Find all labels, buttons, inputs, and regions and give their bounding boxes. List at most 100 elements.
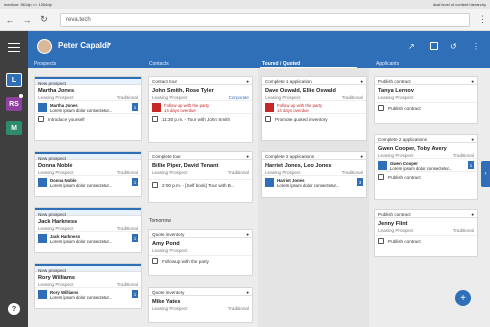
task-row[interactable]: Followup with the party	[149, 255, 252, 266]
toured-card[interactable]: Complete 2 applications ● Harriet Jones, …	[261, 151, 367, 198]
card-name: Jack Harkness	[38, 219, 78, 225]
card-name: Rory Williams	[38, 275, 75, 281]
mail-icon	[265, 178, 274, 187]
hierarchy-label: dual level of content hierarchy	[432, 2, 486, 7]
prospect-card[interactable]: New prospect Jack Harkness Leasing Prosp…	[34, 207, 142, 253]
card-label: Complete tour	[152, 154, 181, 159]
message-row[interactable]: Rory Williams Lorem ipsum dolor consectet…	[35, 287, 141, 300]
hamburger-icon[interactable]	[8, 43, 20, 52]
task-label: Publish contract	[388, 105, 421, 111]
more-icon[interactable]: ⋮	[472, 42, 480, 51]
browser-menu-icon[interactable]: ⋮	[478, 14, 487, 25]
back-icon[interactable]: ←	[3, 13, 17, 27]
reload-icon[interactable]: ↻	[37, 13, 51, 27]
rail-item-m[interactable]: M	[6, 121, 22, 135]
user-name[interactable]: Peter Capaldi	[58, 41, 109, 50]
tab-prospects[interactable]: Prospects	[34, 60, 56, 68]
task-label: Introduce yourself	[48, 116, 85, 122]
left-rail: L RS M ?	[0, 31, 28, 327]
message-preview: Lorem ipsum dolor consectetur...	[50, 295, 113, 300]
rail-item-l[interactable]: L	[6, 73, 22, 87]
card-name: Tanya Lernov	[378, 88, 414, 94]
toured-card[interactable]: Complete 1 application ● Dave Oswald, Ell…	[261, 76, 367, 141]
alert-row[interactable]: Follow up with the party 14 days overdue	[262, 100, 366, 113]
card-name: Billie Piper, David Tenant	[152, 163, 219, 169]
task-row[interactable]: Publish contract	[375, 235, 477, 246]
history-icon[interactable]: ↺	[450, 42, 457, 51]
card-type: Leasing Prospect	[378, 228, 414, 233]
trending-icon[interactable]: ↗	[408, 42, 415, 51]
alert-row[interactable]: Follow up with the party 14 days overdue	[149, 100, 252, 113]
device-size-label: medium: 961dp <= 1264dp	[4, 2, 52, 7]
tab-contacts[interactable]: Contacts	[149, 60, 169, 68]
card-label: Complete 1 application	[265, 79, 312, 84]
message-preview: Lorem ipsum dolor consectetur...	[50, 239, 113, 244]
expand-panel-icon[interactable]: ›	[481, 161, 490, 187]
task-label: Followup with the party	[162, 258, 209, 264]
checkbox[interactable]	[152, 258, 158, 264]
event-row[interactable]: 2:00 p.m. - [Self book] Tour with B...	[149, 179, 252, 190]
avatar[interactable]	[37, 39, 52, 54]
card-plan: Traditional	[227, 170, 249, 175]
card-type: Leasing Prospect	[38, 282, 74, 287]
card-plan: Traditional	[341, 95, 363, 100]
card-plan: Traditional	[452, 228, 474, 233]
card-label: New prospect	[38, 156, 67, 161]
card-name: Donna Noble	[38, 163, 73, 169]
contact-card[interactable]: Quote inventory ● Mike Yates Leasing Pros…	[148, 287, 253, 323]
prospect-card[interactable]: New prospect Rory Williams Leasing Prosp…	[34, 263, 142, 309]
card-type: Leasing Prospect	[378, 95, 414, 100]
card-name: Dave Oswald, Ellie Oswald	[265, 88, 336, 94]
message-count: 1	[132, 290, 138, 298]
forward-icon[interactable]: →	[20, 13, 34, 27]
contact-card[interactable]: Contact tour ● John Smith, Rose Tyler Lea…	[148, 76, 253, 143]
task-row[interactable]: Publish contract	[375, 102, 477, 113]
contact-card[interactable]: Quote inventory ● Amy Pond Leasing Prospe…	[148, 229, 253, 276]
applicant-card[interactable]: Publish contract ● Tanya Lernov Leasing P…	[374, 76, 478, 124]
card-name: Gwen Cooper, Toby Avery	[378, 146, 447, 152]
card-type: Leasing Prospect	[265, 170, 301, 175]
message-row[interactable]: Martha Jones Lorem ipsum dolor consectetu…	[35, 100, 141, 113]
rail-item-rs[interactable]: RS	[6, 97, 22, 111]
contact-card[interactable]: Complete tour ● Billie Piper, David Tenan…	[148, 151, 253, 203]
message-row[interactable]: Harriet Jones Lorem ipsum dolor consectet…	[262, 175, 366, 188]
card-label: Quote inventory	[152, 232, 185, 237]
event-row[interactable]: 11:30 p.m. - Tour with John Smith	[149, 113, 252, 124]
prospect-card[interactable]: New prospect Donna Noble Leasing Prospec…	[34, 151, 142, 197]
checkbox[interactable]	[265, 116, 271, 122]
checkbox[interactable]	[152, 182, 158, 188]
message-row[interactable]: Donna Noble Lorem ipsum dolor consectetur…	[35, 175, 141, 188]
mail-icon	[38, 178, 47, 187]
tab-applicants[interactable]: Applicants	[376, 60, 399, 68]
overdue-text: 14 days overdue	[277, 108, 309, 113]
checkbox[interactable]	[152, 116, 158, 122]
card-name: John Smith, Rose Tyler	[152, 88, 214, 94]
column-tabs: Prospects Contacts Toured / Quoted Appli…	[28, 60, 490, 68]
applicant-card[interactable]: Complete 2 applications ● Gwen Cooper, To…	[374, 134, 478, 200]
card-plan: Traditional	[227, 306, 249, 311]
checkbox[interactable]	[38, 116, 44, 122]
url-bar[interactable]: reva.tech	[60, 13, 470, 27]
message-row[interactable]: Gwen Cooper Lorem ipsum dolor consectetur…	[375, 158, 477, 171]
card-label: Publish contract	[378, 79, 411, 84]
prospect-card[interactable]: New prospect Martha Jones Leasing Prospe…	[34, 76, 142, 141]
info-icon: ●	[471, 137, 474, 142]
help-icon[interactable]: ?	[8, 303, 20, 315]
message-row[interactable]: Jack Harkness Lorem ipsum dolor consectet…	[35, 231, 141, 244]
chevron-down-icon[interactable]: ▾	[108, 41, 111, 48]
add-button[interactable]: +	[455, 290, 471, 306]
checkbox[interactable]	[378, 238, 384, 244]
mail-icon	[38, 290, 47, 299]
task-row[interactable]: Introduce yourself	[35, 113, 141, 124]
mail-icon	[38, 234, 47, 243]
message-preview: Lorem ipsum dolor consectetur...	[277, 183, 340, 188]
checkbox[interactable]	[378, 174, 384, 180]
alert-icon	[265, 103, 274, 112]
calendar-icon[interactable]	[430, 42, 438, 50]
info-icon: ●	[246, 232, 249, 237]
task-label: Publish contract	[388, 238, 421, 244]
checkbox[interactable]	[378, 105, 384, 111]
applicant-card[interactable]: Publish contract ● Jenny Flint Leasing Pr…	[374, 209, 478, 257]
task-row[interactable]: Publish contract	[375, 171, 477, 182]
task-row[interactable]: Promote quoted inventory	[262, 113, 366, 124]
